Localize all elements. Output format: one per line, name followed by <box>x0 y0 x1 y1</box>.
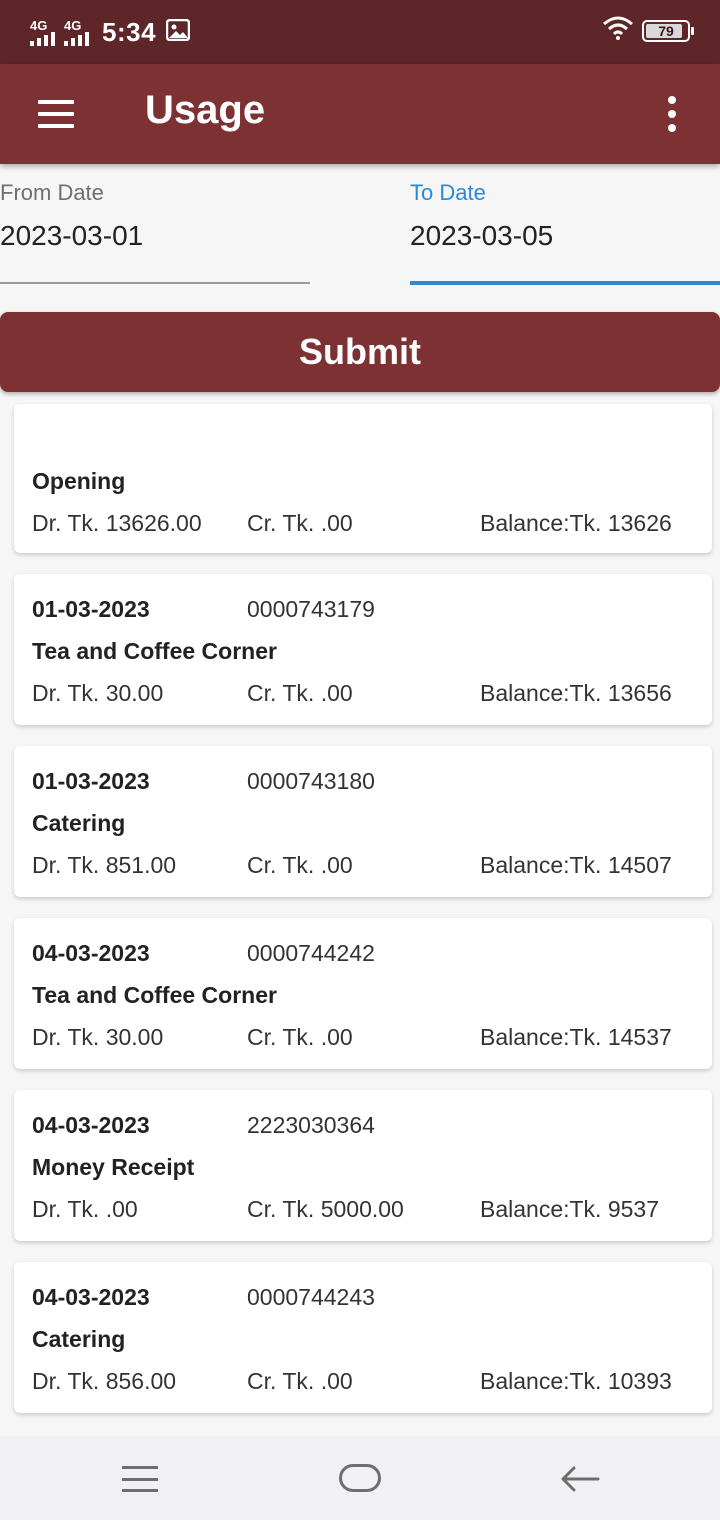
network-type-2: 4G <box>64 17 82 33</box>
entry-balance: Balance:Tk. 13626 <box>480 510 672 536</box>
system-nav-bar <box>0 1436 720 1520</box>
entry-description: Money Receipt <box>32 1154 195 1180</box>
entry-credit: Cr. Tk. .00 <box>247 852 353 878</box>
entry-debit: Dr. Tk. 30.00 <box>32 1024 164 1050</box>
status-bar: 4G 4G 5:34 79 <box>0 0 720 64</box>
from-date-label: From Date <box>0 180 104 205</box>
to-date-field[interactable]: To Date 2023-03-05 <box>410 180 720 285</box>
entry-reference: 0000744243 <box>247 1284 375 1310</box>
entry-date: 04-03-2023 <box>32 940 150 966</box>
entry-reference: 0000743180 <box>247 768 375 794</box>
entry-balance: Balance:Tk. 10393 <box>480 1368 672 1394</box>
to-date-value[interactable]: 2023-03-05 <box>410 220 720 252</box>
entry-balance: Balance:Tk. 14507 <box>480 852 672 878</box>
entry-debit: Dr. Tk. 13626.00 <box>32 510 202 536</box>
signal-icon: 4G <box>30 19 58 46</box>
entry-credit: Cr. Tk. .00 <box>247 1024 353 1050</box>
network-type-1: 4G <box>30 17 48 33</box>
from-date-value[interactable]: 2023-03-01 <box>0 220 310 252</box>
status-right: 79 <box>602 16 694 45</box>
app-bar: Usage <box>0 64 720 164</box>
list-item[interactable]: 04-03-2023 2223030364 Money Receipt Dr. … <box>14 1090 712 1241</box>
entry-description: Tea and Coffee Corner <box>32 638 277 664</box>
list-item[interactable]: 01-03-2023 0000743179 Tea and Coffee Cor… <box>14 574 712 725</box>
entry-credit: Cr. Tk. .00 <box>247 1368 353 1394</box>
entry-description: Catering <box>32 1326 126 1352</box>
entry-credit: Cr. Tk. .00 <box>247 510 353 536</box>
back-icon[interactable] <box>560 1464 600 1494</box>
list-item[interactable]: 04-03-2023 0000744242 Tea and Coffee Cor… <box>14 918 712 1069</box>
list-item[interactable]: Opening Dr. Tk. 13626.00 Cr. Tk. .00 Bal… <box>14 404 712 553</box>
entry-date: 01-03-2023 <box>32 596 150 622</box>
entry-date: 04-03-2023 <box>32 1284 150 1310</box>
home-icon[interactable] <box>339 1464 381 1492</box>
entry-reference: 0000744242 <box>247 940 375 966</box>
battery-level: 79 <box>658 22 674 39</box>
to-date-label: To Date <box>410 180 486 205</box>
entry-credit: Cr. Tk. .00 <box>247 680 353 706</box>
menu-icon[interactable] <box>30 94 82 134</box>
entry-balance: Balance:Tk. 14537 <box>480 1024 672 1050</box>
more-options-icon[interactable] <box>654 94 690 134</box>
wifi-icon <box>602 16 634 45</box>
recent-apps-icon[interactable] <box>122 1466 158 1492</box>
from-date-underline <box>0 282 310 284</box>
entry-reference: 0000743179 <box>247 596 375 622</box>
entry-description: Catering <box>32 810 126 836</box>
signal-icon: 4G <box>64 19 92 46</box>
entry-description: Tea and Coffee Corner <box>32 982 277 1008</box>
status-left: 4G 4G 5:34 <box>30 14 191 50</box>
entry-balance: Balance:Tk. 9537 <box>480 1196 660 1222</box>
entry-debit: Dr. Tk. 856.00 <box>32 1368 177 1394</box>
gallery-notification-icon <box>165 18 191 46</box>
entry-debit: Dr. Tk. 30.00 <box>32 680 164 706</box>
entry-date: 04-03-2023 <box>32 1112 150 1138</box>
from-date-field[interactable]: From Date 2023-03-01 <box>0 180 310 284</box>
entry-date: 01-03-2023 <box>32 768 150 794</box>
entry-credit: Cr. Tk. 5000.00 <box>247 1196 404 1222</box>
battery-icon: 79 <box>642 19 694 42</box>
entry-balance: Balance:Tk. 13656 <box>480 680 672 706</box>
list-item[interactable]: 01-03-2023 0000743180 Catering Dr. Tk. 8… <box>14 746 712 897</box>
entry-description: Opening <box>32 468 126 494</box>
list-item[interactable]: 04-03-2023 0000744243 Catering Dr. Tk. 8… <box>14 1262 712 1413</box>
entry-debit: Dr. Tk. 851.00 <box>32 852 177 878</box>
submit-button[interactable]: Submit <box>0 312 720 392</box>
status-time: 5:34 <box>102 16 157 47</box>
entry-debit: Dr. Tk. .00 <box>32 1196 138 1222</box>
page-title: Usage <box>145 88 266 132</box>
to-date-underline <box>410 281 720 285</box>
entry-reference: 2223030364 <box>247 1112 375 1138</box>
